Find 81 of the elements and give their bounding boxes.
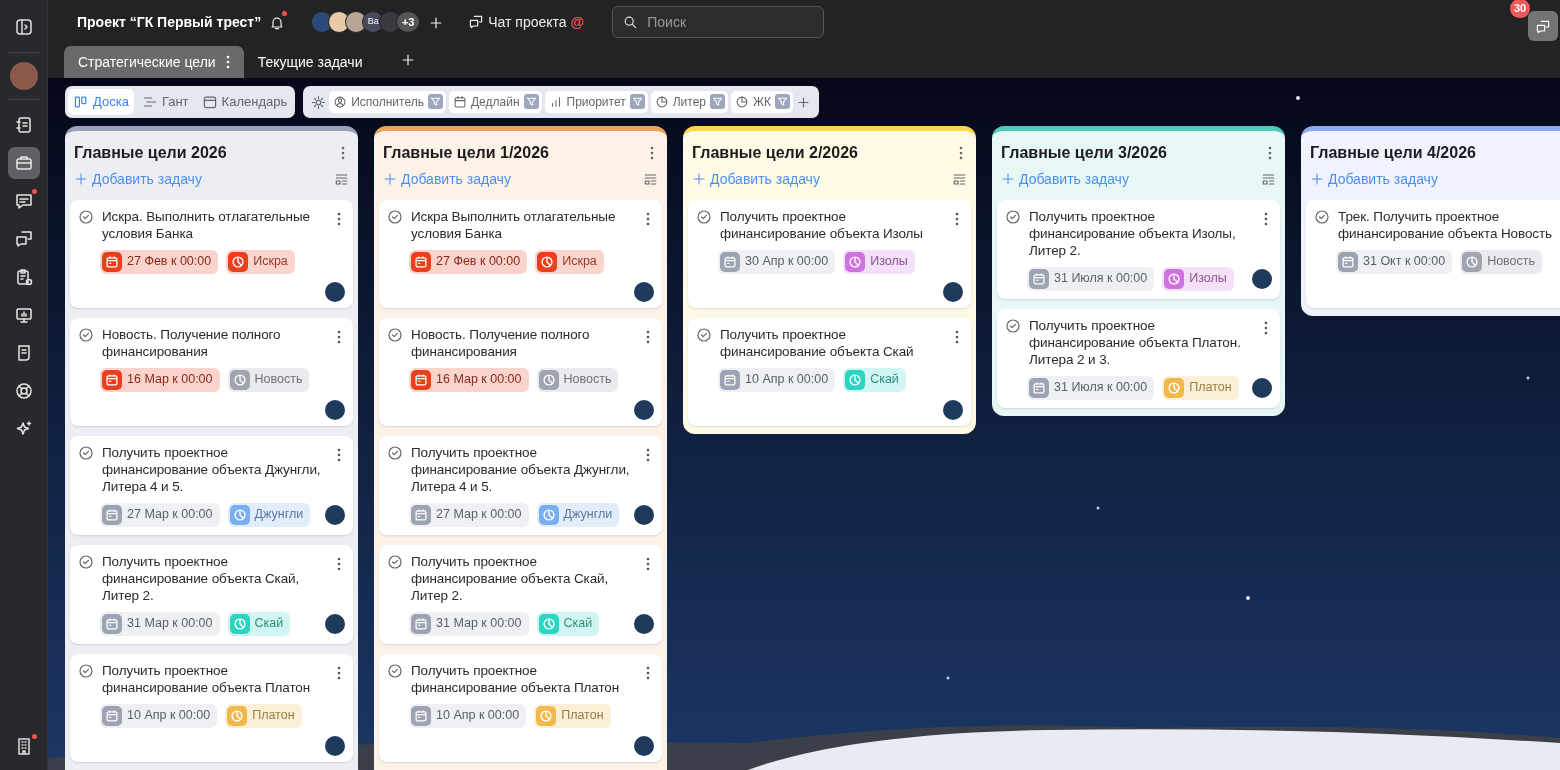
task-card[interactable]: Получить проектное финансирование объекта Скай, Литер 2. 31 Мар к 00:00 Скай <box>379 544 662 644</box>
tag-chip[interactable]: Платон <box>225 703 302 728</box>
tab[interactable]: Стратегические цели <box>64 46 244 78</box>
tag-chip[interactable]: Джунгли <box>227 502 311 527</box>
task-card[interactable]: Трек. Получить проектное финансирование объекта Новость 31 Окт к 00:00 Новость <box>1306 199 1560 308</box>
task-title: Получить проектное финансирование объекта Платон. Литера 2 и 3. <box>1029 316 1242 368</box>
project-title: Проект “ГК Первый трест” <box>77 12 262 32</box>
tag-chip[interactable]: Новость <box>536 367 619 392</box>
due-date-chip[interactable]: 16 Мар к 00:00 <box>409 367 529 392</box>
task-title: Получить проектное финансирование объекта Платон <box>102 661 312 696</box>
filter-chip[interactable]: Приоритет <box>544 90 648 113</box>
due-date-chip[interactable]: 31 Июля к 00:00 <box>1027 266 1155 291</box>
task-title: Получить проектное финансирование объекта Скай, Литер 2. <box>102 552 301 604</box>
due-date-chip[interactable]: 27 Мар к 00:00 <box>100 502 220 527</box>
due-date-chip[interactable]: 31 Июля к 00:00 <box>1027 375 1155 400</box>
view-tab[interactable]: Календарь <box>196 89 293 115</box>
task-title: Искра Выполнить отлагательные условия Банка <box>411 207 617 242</box>
task-title: Получить проектное финансирование объекта Джунгли, Литера 4 и 5. <box>102 443 322 495</box>
task-card[interactable]: Получить проектное финансирование объекта Джунгли, Литера 4 и 5. 27 Мар к 00:00 Джунгли <box>379 435 662 535</box>
task-title: Получить проектное финансирование объекта Изолы, Литер 2. <box>1029 207 1237 259</box>
filter-chip[interactable]: Исполнитель <box>329 90 446 113</box>
task-title: Трек. Получить проектное финансирование объекта Новость <box>1338 207 1553 242</box>
due-date-chip[interactable]: 10 Апр к 00:00 <box>718 367 836 392</box>
task-card[interactable]: Получить проектное финансирование объекта Изолы 30 Апр к 00:00 Изолы <box>688 199 971 308</box>
task-card[interactable]: Получить проектное финансирование объекта Скай 10 Апр к 00:00 Скай <box>688 317 971 426</box>
tag-chip[interactable]: Искра <box>535 249 604 274</box>
task-title: Получить проектное финансирование объекта Скай, Литер 2. <box>411 552 610 604</box>
due-date-chip[interactable]: 31 Окт к 00:00 <box>1336 249 1453 274</box>
task-title: Получить проектное финансирование объекта Изолы <box>720 207 924 242</box>
task-title: Получить проектное финансирование объекта Джунгли, Литера 4 и 5. <box>411 443 631 495</box>
due-date-chip[interactable]: 31 Мар к 00:00 <box>100 611 220 636</box>
task-card[interactable]: Получить проектное финансирование объекта Платон 10 Апр к 00:00 Платон <box>70 653 353 762</box>
column-title: Главные цели 1/2026 <box>383 142 549 163</box>
task-title: Получить проектное финансирование объекта Скай <box>720 325 915 360</box>
due-date-chip[interactable]: 27 Мар к 00:00 <box>409 502 529 527</box>
task-card[interactable]: Новость. Получение полного финансирования 16 Мар к 00:00 Новость <box>70 317 353 426</box>
project-chat-button[interactable]: Чат проекта @ <box>468 11 585 33</box>
view-tab[interactable]: Доска <box>68 89 134 115</box>
task-card[interactable]: Новость. Получение полного финансирования 16 Мар к 00:00 Новость <box>379 317 662 426</box>
tag-chip[interactable]: Скай <box>536 611 600 636</box>
filter-chip[interactable]: Литер <box>650 90 728 113</box>
column-title: Главные цели 2026 <box>74 142 227 163</box>
search-field[interactable]: Поиск <box>612 6 825 38</box>
column-title: Главные цели 3/2026 <box>1001 142 1167 163</box>
task-title: Получить проектное финансирование объекта Платон <box>411 661 621 696</box>
more-members-count[interactable]: +3 <box>396 11 421 33</box>
due-date-chip[interactable]: 27 Фев к 00:00 <box>100 249 219 274</box>
add-task-button[interactable]: Добавить задачу <box>692 168 820 190</box>
tag-chip[interactable]: Искра <box>226 249 295 274</box>
task-card[interactable]: Получить проектное финансирование объекта Джунгли, Литера 4 и 5. 27 Мар к 00:00 Джунгли <box>70 435 353 535</box>
task-card[interactable]: Получить проектное финансирование объекта Скай, Литер 2. 31 Мар к 00:00 Скай <box>70 544 353 644</box>
task-card[interactable]: Получить проектное финансирование объекта Изолы, Литер 2. 31 Июля к 00:00 Изолы <box>997 199 1280 299</box>
due-date-chip[interactable]: 27 Фев к 00:00 <box>409 249 528 274</box>
task-card[interactable]: Получить проектное финансирование объекта Платон. Литера 2 и 3. 31 Июля к 00:00 Платон <box>997 308 1280 408</box>
tag-chip[interactable]: Новость <box>227 367 310 392</box>
due-date-chip[interactable]: 16 Мар к 00:00 <box>100 367 220 392</box>
view-tab[interactable]: Гант <box>136 89 194 115</box>
tag-chip[interactable]: Платон <box>1162 375 1239 400</box>
tag-chip[interactable]: Скай <box>227 611 291 636</box>
task-card[interactable]: Искра. Выполнить отлагательные условия Банка 27 Фев к 00:00 Искра <box>70 199 353 308</box>
tag-chip[interactable]: Платон <box>534 703 611 728</box>
tag-chip[interactable]: Новость <box>1460 249 1543 274</box>
tag-chip[interactable]: Изолы <box>1162 266 1234 291</box>
filter-chip[interactable]: ЖК <box>731 90 794 113</box>
notification-count: 30 <box>1510 0 1531 18</box>
task-title: Новость. Получение полного финансирования <box>102 325 282 360</box>
task-card[interactable]: Получить проектное финансирование объекта Платон 10 Апр к 00:00 Платон <box>379 653 662 762</box>
task-title: Новость. Получение полного финансирования <box>411 325 591 360</box>
due-date-chip[interactable]: 30 Апр к 00:00 <box>718 249 836 274</box>
filter-chip[interactable]: Дедлайн <box>448 90 542 113</box>
tab[interactable]: Текущие задачи <box>243 46 377 78</box>
column-title: Главные цели 2/2026 <box>692 142 858 163</box>
tag-chip[interactable]: Джунгли <box>536 502 620 527</box>
task-card[interactable]: Искра Выполнить отлагательные условия Банка 27 Фев к 00:00 Искра <box>379 199 662 308</box>
tag-chip[interactable]: Изолы <box>843 249 915 274</box>
column-title: Главные цели 4/2026 <box>1310 142 1476 163</box>
due-date-chip[interactable]: 10 Апр к 00:00 <box>100 703 218 728</box>
task-title: Искра. Выполнить отлагательные условия Банка <box>102 207 311 242</box>
due-date-chip[interactable]: 31 Мар к 00:00 <box>409 611 529 636</box>
due-date-chip[interactable]: 10 Апр к 00:00 <box>409 703 527 728</box>
tag-chip[interactable]: Скай <box>843 367 906 392</box>
